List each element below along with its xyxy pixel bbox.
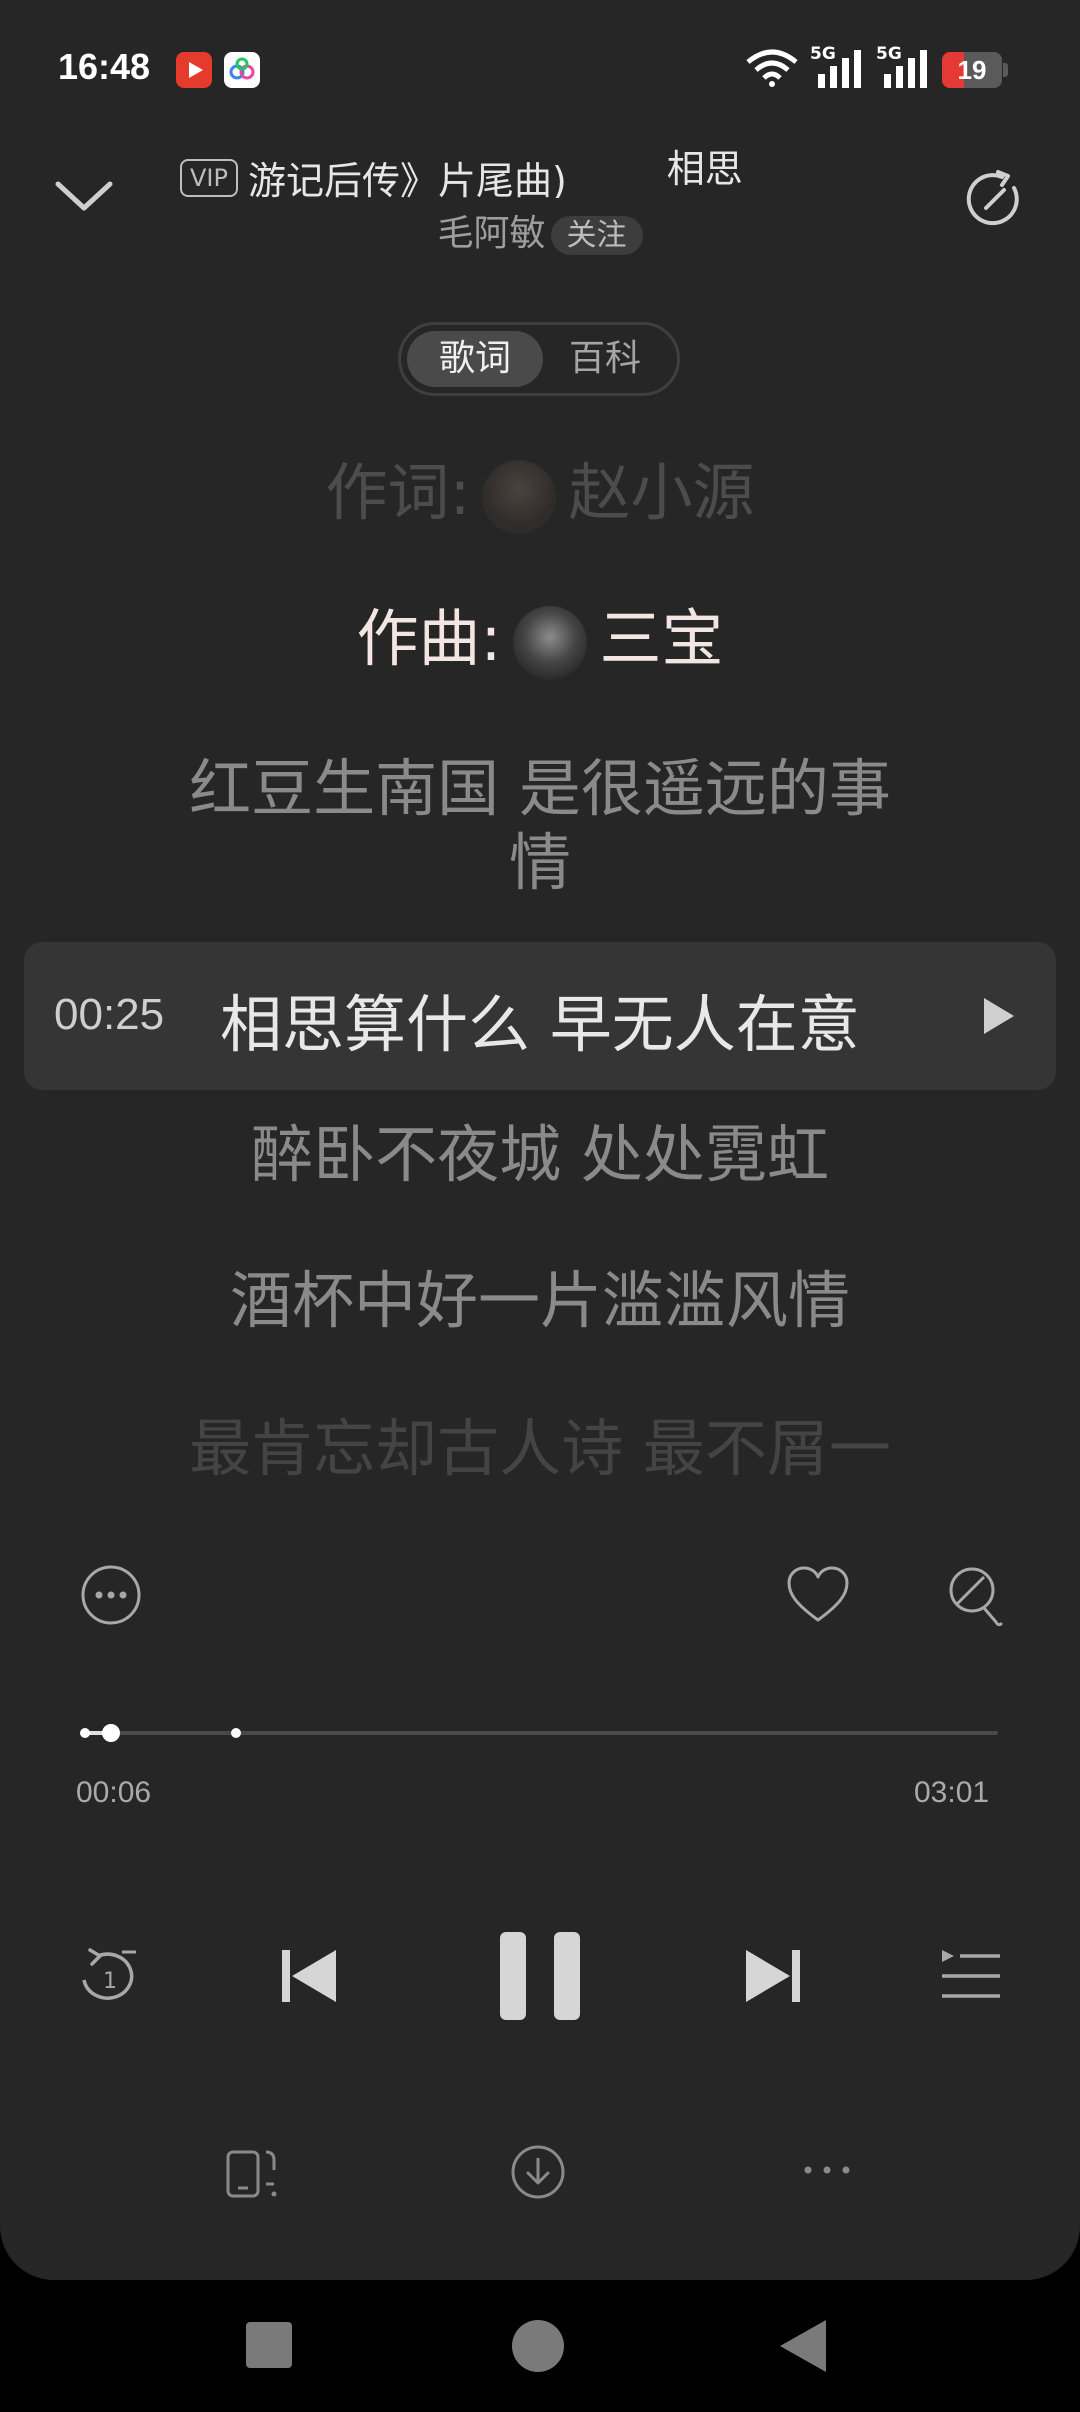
vip-badge: VIP [180,158,238,197]
follow-button[interactable]: 关注 [550,216,643,255]
lyric-line-text-wrap: 情 [508,826,571,899]
progress-track[interactable] [82,1731,998,1735]
playlist-icon[interactable] [940,1948,1002,2004]
song-title-marquee: VIP 游记后传》片尾曲) 相思 [180,138,840,198]
tab-encyclopedia[interactable]: 百科 [537,331,673,387]
device-cast-icon[interactable] [226,2146,282,2198]
next-track-icon[interactable] [742,1948,802,2004]
current-lyric-text: 相思算什么 早无人在意 [220,988,860,1061]
download-icon[interactable] [510,2144,566,2200]
battery-level: 19 [957,55,987,85]
composer-name: 三宝 [599,602,724,675]
current-lyric-row[interactable]: 00:25 相思算什么 早无人在意 [24,942,1056,1090]
lyric-line-text: 红豆生南国 是很遥远的事 [189,752,891,825]
lyric-line[interactable]: 最肯忘却古人诗 最不屑一 [120,1412,960,1486]
artist-name[interactable]: 毛阿敏 [437,213,545,254]
lyricist-line[interactable]: 作词: 赵小源 [120,456,960,534]
lyricist-prefix: 作词: [325,456,471,529]
song-title-next: 相思 [666,147,743,191]
more-options-icon[interactable] [80,1564,142,1626]
svg-text:1: 1 [103,1969,117,1994]
composer-line[interactable]: 作曲: 三宝 [120,602,960,680]
total-duration: 03:01 [914,1776,990,1809]
player-screen: 16:48 5G 5G 19 VIP 游记后传》片尾曲) 相思 毛阿敏 关注 歌词 … [0,0,1080,2280]
lyrics-encyclopedia-tabs: 歌词 百科 [398,322,680,396]
previous-track-icon[interactable] [280,1948,340,2004]
video-app-icon [176,52,212,88]
composer-prefix: 作曲: [356,602,502,675]
share-icon[interactable] [964,168,1026,230]
signal-5g-icon: 5G [810,44,866,94]
tab-lyrics[interactable]: 歌词 [407,331,543,387]
lyricist-name: 赵小源 [568,456,755,529]
song-title: 游记后传》片尾曲) [247,159,567,198]
status-time: 16:48 [58,46,151,87]
lyric-line[interactable]: 酒杯中好一片滥滥风情 [120,1264,960,1338]
signal-5g-icon-2: 5G [876,44,932,94]
wifi-icon [744,48,800,92]
karaoke-mic-icon[interactable] [944,1564,1006,1630]
nav-back-button[interactable] [778,2318,828,2378]
nav-recents-button[interactable] [246,2322,292,2368]
favorite-heart-icon[interactable] [786,1566,850,1624]
chorus-marker-dot [231,1728,241,1738]
cloud-app-icon [224,52,260,88]
play-from-line-icon[interactable] [978,996,1018,1040]
repeat-one-icon[interactable]: 1 [74,1946,144,2002]
artist-row: 毛阿敏 关注 [0,204,1080,256]
lyricist-avatar [482,459,557,534]
elapsed-time: 00:06 [76,1776,152,1809]
progress-thumb[interactable] [102,1724,120,1742]
lyric-line[interactable]: 红豆生南国 是很遥远的事 情 [120,752,960,900]
more-horizontal-icon[interactable] [802,2160,852,2180]
lyric-line[interactable]: 醉卧不夜城 处处霓虹 [120,1118,960,1192]
nav-home-button[interactable] [512,2320,564,2372]
lyric-timestamp: 00:25 [54,990,165,1039]
composer-avatar [513,605,588,680]
pause-icon[interactable] [498,1930,582,2022]
progress-start-dot [80,1728,90,1738]
battery-icon: 19 [942,52,1008,88]
